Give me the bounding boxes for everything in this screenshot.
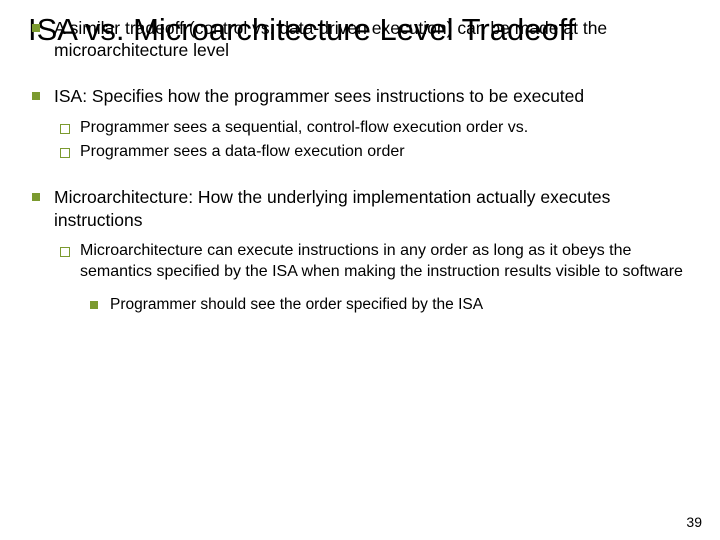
sub-bullet-text: Programmer sees a sequential, control-fl… <box>80 119 528 136</box>
subsub-bullet-item: Programmer should see the order specifie… <box>80 295 692 315</box>
sub-bullet-text: Programmer sees a data-flow execution or… <box>80 143 405 160</box>
page-number: 39 <box>686 514 702 530</box>
bullet-text: A similar tradeoff (control vs. data-dri… <box>54 18 607 60</box>
bullet-text: Microarchitecture: How the underlying im… <box>54 187 610 229</box>
bullet-text: ISA: Specifies how the programmer sees i… <box>54 86 584 106</box>
subsub-bullet-text: Programmer should see the order specifie… <box>110 296 483 313</box>
sub-bullet-item: Programmer sees a sequential, control-fl… <box>54 118 692 139</box>
sub-bullet-item: Programmer sees a data-flow execution or… <box>54 142 692 163</box>
bullet-item: A similar tradeoff (control vs. data-dri… <box>28 17 692 62</box>
sub-bullet-item: Microarchitecture can execute instructio… <box>54 241 692 315</box>
sub-bullet-text: Microarchitecture can execute instructio… <box>80 242 683 280</box>
bullet-item: Microarchitecture: How the underlying im… <box>28 186 692 315</box>
slide-body: A similar tradeoff (control vs. data-dri… <box>28 17 692 315</box>
bullet-item: ISA: Specifies how the programmer sees i… <box>28 85 692 162</box>
